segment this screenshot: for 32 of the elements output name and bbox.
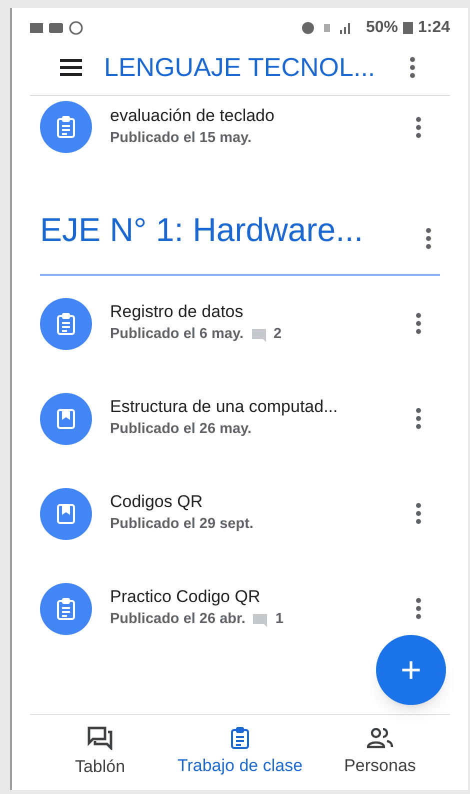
- comment-icon: [253, 614, 268, 627]
- posted-date: Publicado el 15 may.: [110, 128, 252, 148]
- posted-date: Publicado el 29 sept.: [110, 515, 254, 534]
- item-title[interactable]: evaluación de teclado: [110, 104, 406, 126]
- posted-date: Publicado el 26 abr.: [110, 610, 246, 630]
- nav-tab[interactable]: Tablón: [30, 715, 170, 790]
- menu-icon[interactable]: [60, 59, 82, 76]
- book-icon: [56, 502, 76, 524]
- item-title[interactable]: Practico Codigo QR: [110, 586, 406, 608]
- posted-date: Publicado el 26 may.: [110, 420, 252, 440]
- battery-level: 50%: [366, 18, 398, 38]
- clock: 1:24: [418, 18, 450, 38]
- chat-icon: [87, 726, 113, 750]
- battery-icon: [402, 21, 414, 35]
- item-title[interactable]: Estructura de una computad...: [110, 396, 406, 418]
- comment-count: 1: [275, 610, 284, 630]
- comment-count: 2: [274, 325, 282, 344]
- assignment-icon: [56, 312, 76, 334]
- classwork-icon: [230, 726, 250, 749]
- topic-title: EJE N° 1: Hardware...: [40, 210, 364, 250]
- posted-date: Publicado el 6 may.: [110, 325, 244, 344]
- nav-tab[interactable]: Trabajo de clase: [170, 715, 310, 790]
- class-title: LENGUAJE TECNOL...: [104, 51, 376, 84]
- nav-tab[interactable]: Personas: [310, 715, 450, 790]
- item-title[interactable]: Registro de datos: [110, 301, 406, 322]
- assignment-icon: [56, 116, 76, 138]
- book-icon: [56, 408, 76, 430]
- people-icon: [366, 726, 394, 749]
- add-fab[interactable]: +: [376, 635, 446, 705]
- assignment-icon: [56, 598, 76, 620]
- item-title[interactable]: Codigos QR: [110, 491, 406, 512]
- comment-icon: [252, 328, 266, 342]
